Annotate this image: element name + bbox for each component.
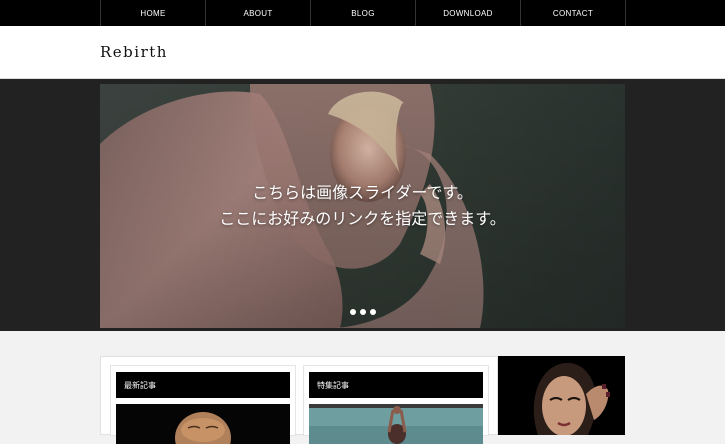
top-navigation: HOME ABOUT BLOG DOWNLOAD CONTACT — [0, 0, 725, 26]
caption-line-2: ここにお好みのリンクを指定できます。 — [219, 209, 506, 228]
site-header: Rebirth — [0, 26, 725, 79]
latest-post-thumbnail[interactable] — [116, 404, 290, 444]
nav-item-contact[interactable]: CONTACT — [521, 0, 626, 26]
nav-item-blog[interactable]: BLOG — [311, 0, 416, 26]
featured-posts-title: 特集記事 — [309, 372, 483, 398]
slider-dot-3[interactable] — [369, 309, 376, 315]
slider-caption[interactable]: こちらは画像スライダーです。 ここにお好みのリンクを指定できます。 — [100, 180, 625, 232]
content-area: 最新記事 特集記事 — [100, 356, 498, 444]
slider-dot-1[interactable] — [349, 309, 356, 315]
image-slider[interactable]: こちらは画像スライダーです。 ここにお好みのリンクを指定できます。 — [100, 84, 625, 328]
nav-item-download[interactable]: DOWNLOAD — [416, 0, 521, 26]
site-logo[interactable]: Rebirth — [100, 43, 168, 61]
latest-posts-card: 最新記事 — [110, 365, 296, 444]
sidebar-banner[interactable] — [498, 356, 625, 435]
latest-posts-title: 最新記事 — [116, 372, 290, 398]
featured-posts-card: 特集記事 — [303, 365, 489, 444]
sidebar-banner-image — [498, 356, 625, 435]
nav-item-home[interactable]: HOME — [101, 0, 206, 26]
slider-dot-2[interactable] — [359, 309, 366, 315]
caption-line-1: こちらは画像スライダーです。 — [252, 183, 473, 202]
nav-item-about[interactable]: ABOUT — [206, 0, 311, 26]
nav-menu: HOME ABOUT BLOG DOWNLOAD CONTACT — [100, 0, 626, 26]
featured-post-thumbnail[interactable] — [309, 404, 483, 444]
slider-pagination — [100, 309, 625, 315]
